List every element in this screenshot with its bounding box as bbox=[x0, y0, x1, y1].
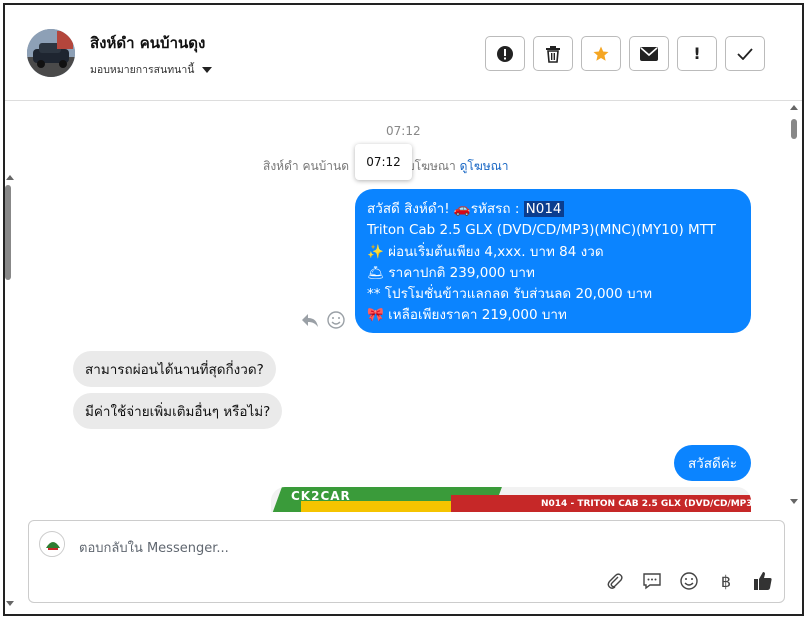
ad-referral-text-prefix: สิงห์ดำ คนบ้านด bbox=[263, 159, 350, 173]
exclamation-icon: ! bbox=[693, 44, 701, 63]
time-tooltip: 07:12 bbox=[355, 144, 412, 180]
thread-scrollbar[interactable] bbox=[788, 105, 800, 510]
reply-icon[interactable] bbox=[301, 312, 319, 332]
outgoing-message-greeting[interactable]: สวัสดีค่ะ bbox=[674, 445, 751, 481]
car-code: N014 bbox=[523, 201, 564, 217]
reply-input[interactable] bbox=[79, 533, 679, 563]
page-avatar-icon bbox=[39, 531, 65, 557]
image-brand-text: CK2CAR bbox=[291, 489, 351, 503]
mark-done-button[interactable] bbox=[725, 36, 765, 71]
caret-down-icon bbox=[202, 66, 213, 73]
offer-line-6: 🎀 เหลือเพียงราคา 219,000 บาท bbox=[367, 307, 567, 324]
emoji-icon[interactable] bbox=[678, 570, 700, 592]
saved-reply-icon[interactable] bbox=[641, 570, 663, 592]
offer-line-2: Triton Cab 2.5 GLX (DVD/CD/MP3)(MNC)(MY1… bbox=[367, 222, 716, 239]
react-emoji-icon[interactable] bbox=[327, 311, 345, 333]
conversation-header: สิงห์ดำ คนบ้านดุง มอบหมายการสนทนานี้ ! bbox=[5, 5, 802, 101]
scroll-up-arrow[interactable] bbox=[790, 105, 798, 110]
reply-composer: ฿ bbox=[28, 520, 785, 603]
check-icon bbox=[737, 47, 753, 60]
view-ad-link[interactable]: ดูโฆษณา bbox=[460, 159, 509, 173]
alert-button[interactable] bbox=[485, 36, 525, 71]
trash-icon bbox=[546, 45, 560, 63]
scroll-down-arrow[interactable] bbox=[790, 499, 798, 504]
paperclip-icon[interactable] bbox=[604, 570, 626, 592]
left-scrollbar[interactable] bbox=[5, 175, 14, 606]
baht-icon[interactable]: ฿ bbox=[715, 570, 737, 592]
star-icon bbox=[593, 46, 609, 61]
contact-avatar[interactable] bbox=[27, 29, 75, 77]
contact-name: สิงห์ดำ คนบ้านดุง bbox=[90, 34, 206, 52]
mark-unread-button[interactable] bbox=[629, 36, 669, 71]
assign-conversation-dropdown[interactable]: มอบหมายการสนทนานี้ bbox=[90, 61, 213, 78]
delete-button[interactable] bbox=[533, 36, 573, 71]
star-button[interactable] bbox=[581, 36, 621, 71]
offer-line-3: ✨ ผ่อนเริ่มต้นเพียง 4,xxx. บาท 84 งวด bbox=[367, 243, 604, 260]
offer-line-4: 🛎 ราคาปกติ 239,000 บาท bbox=[367, 264, 535, 281]
inbox-window: สิงห์ดำ คนบ้านดุง มอบหมายการสนทนานี้ ! 0… bbox=[3, 3, 804, 616]
alert-circle-icon bbox=[497, 45, 513, 62]
composer-toolbar: ฿ bbox=[604, 570, 774, 592]
incoming-message[interactable]: สามารถผ่อนได้นานที่สุดกี่งวด? bbox=[73, 351, 276, 387]
incoming-message[interactable]: มีค่าใช้จ่ายเพิ่มเติมอื่นๆ หรือไม่? bbox=[73, 393, 283, 429]
offer-line-1: สวัสดี สิงห์ดำ! 🚗รหัสรถ : N014 bbox=[367, 199, 739, 220]
spam-button[interactable]: ! bbox=[677, 36, 717, 71]
offer-line-5: ** โปรโมชั่นข้าวแลกลด รับส่วนลด 20,000 บ… bbox=[367, 286, 653, 303]
scroll-thumb[interactable] bbox=[791, 119, 797, 139]
outgoing-message-offer[interactable]: สวัสดี สิงห์ดำ! 🚗รหัสรถ : N014 Triton Ca… bbox=[355, 189, 751, 333]
image-banner-text: N014 - TRITON CAB 2.5 GLX (DVD/CD/MP3)(M… bbox=[451, 495, 751, 512]
scroll-up-arrow[interactable] bbox=[6, 175, 14, 180]
car-image-attachment[interactable]: CK2CAR N014 - TRITON CAB 2.5 GLX (DVD/CD… bbox=[271, 487, 751, 512]
scroll-thumb[interactable] bbox=[5, 185, 11, 280]
timestamp: 07:12 bbox=[386, 124, 421, 138]
message-actions bbox=[301, 311, 345, 333]
assign-label: มอบหมายการสนทนานี้ bbox=[90, 64, 195, 76]
scroll-down-arrow[interactable] bbox=[6, 601, 14, 606]
offer-greeting: สวัสดี สิงห์ดำ! 🚗รหัสรถ : bbox=[367, 201, 524, 217]
ad-referral-text-suffix: บโฆษณา bbox=[407, 159, 456, 173]
message-thread[interactable]: 07:12 สิงห์ดำ คนบ้านด บโฆษณา ดูโฆษณา 07:1… bbox=[5, 102, 802, 512]
thumbs-up-icon[interactable] bbox=[752, 570, 774, 592]
envelope-icon bbox=[640, 46, 658, 61]
